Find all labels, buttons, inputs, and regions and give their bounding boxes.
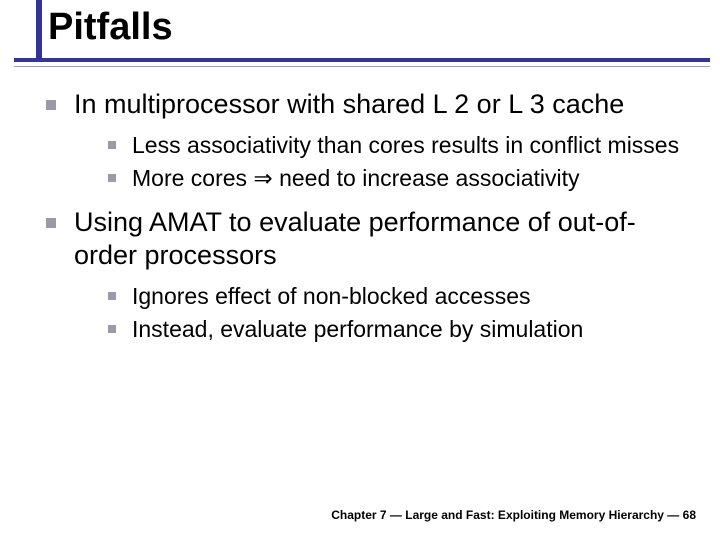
bullet-level2: Less associativity than cores results in…: [74, 131, 690, 160]
bullet-text: In multiprocessor with shared L 2 or L 3…: [74, 89, 624, 119]
bullet-text: Less associativity than cores results in…: [132, 132, 679, 158]
bullet-list: In multiprocessor with shared L 2 or L 3…: [40, 88, 690, 344]
bullet-text: Ignores effect of non-blocked accesses: [132, 283, 530, 309]
bullet-level2: Instead, evaluate performance by simulat…: [74, 315, 690, 344]
bullet-level1: In multiprocessor with shared L 2 or L 3…: [40, 88, 690, 192]
slide: Pitfalls In multiprocessor with shared L…: [0, 0, 720, 540]
bullet-text: Instead, evaluate performance by simulat…: [132, 316, 583, 342]
bullet-level2: More cores ⇒ need to increase associativ…: [74, 164, 690, 193]
title-rule-thin: [14, 66, 710, 67]
title-rule-thick: [14, 58, 710, 62]
bullet-level2: Ignores effect of non-blocked accesses: [74, 282, 690, 311]
bullet-text: Using AMAT to evaluate performance of ou…: [74, 207, 636, 270]
slide-footer: Chapter 7 — Large and Fast: Exploiting M…: [331, 508, 696, 522]
bullet-level1: Using AMAT to evaluate performance of ou…: [40, 206, 690, 343]
title-area: Pitfalls: [0, 0, 720, 50]
bullet-sublist: Less associativity than cores results in…: [74, 131, 690, 193]
slide-title: Pitfalls: [48, 6, 720, 50]
bullet-sublist: Ignores effect of non-blocked accesses I…: [74, 282, 690, 344]
bullet-text: More cores ⇒ need to increase associativ…: [132, 165, 580, 191]
content-area: In multiprocessor with shared L 2 or L 3…: [40, 88, 690, 358]
